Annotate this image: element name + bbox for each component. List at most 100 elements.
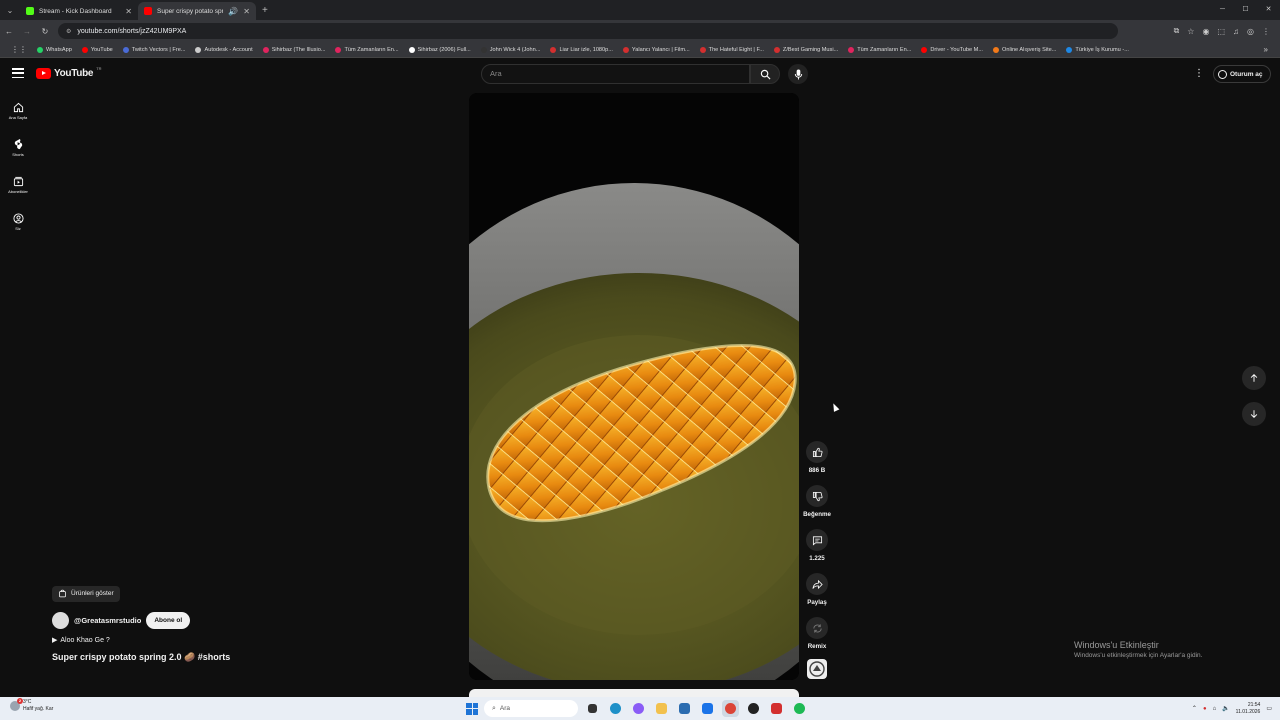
bookmark-item[interactable]: The Hateful Eight | F... xyxy=(695,46,769,53)
bookmark-item[interactable]: Sihirbaz (2006) Full... xyxy=(404,46,476,53)
bookmark-item[interactable]: Z/Best Gaming Musi... xyxy=(769,46,843,53)
site-info-icon[interactable]: ⚙ xyxy=(66,28,71,35)
profile-icon[interactable]: ◎ xyxy=(1247,27,1254,36)
shopping-bag-icon xyxy=(59,589,66,598)
bookmark-label: Online Alışveriş Site... xyxy=(1002,46,1057,53)
short-metadata: Ürünleri göster @Greatasmrstudio Abone o… xyxy=(52,585,352,663)
bookmark-item[interactable]: Türkiye İş Kurumu -... xyxy=(1061,46,1133,53)
apps-grid-icon[interactable]: ⋮⋮ xyxy=(6,45,32,54)
bookmark-item[interactable]: Twitch Vectors | Fre... xyxy=(118,46,191,53)
sidebar-item-shorts[interactable]: Shorts xyxy=(0,129,36,166)
edge-icon[interactable] xyxy=(607,700,624,717)
bookmark-item[interactable]: Liar Liar izle, 1080p... xyxy=(545,46,617,53)
previous-short-button[interactable] xyxy=(1242,366,1266,390)
spotify-icon[interactable] xyxy=(791,700,808,717)
address-bar[interactable]: ⚙ youtube.com/shorts/jzZ42UM9PXA xyxy=(58,23,1118,39)
sidebar-item-home[interactable]: Ana Sayfa xyxy=(0,92,36,129)
channel-name[interactable]: @Greatasmrstudio xyxy=(74,616,141,625)
bookmark-favicon-icon xyxy=(262,46,269,53)
file-explorer-icon[interactable] xyxy=(653,700,670,717)
search-icon: ⌕ xyxy=(492,704,496,712)
tab-close-icon[interactable]: ✕ xyxy=(243,7,250,16)
extensions-puzzle-icon[interactable]: ⬚ xyxy=(1217,27,1225,36)
back-button[interactable]: ← xyxy=(0,27,18,36)
forward-button[interactable]: → xyxy=(18,27,36,36)
notifications-icon[interactable]: ▭ xyxy=(1266,705,1272,712)
browser-tab-youtube[interactable]: Super crispy potato spring 🔊 ✕ xyxy=(138,2,256,20)
settings-kebab-icon[interactable]: ⋮ xyxy=(1194,68,1204,79)
bookmarks-overflow-icon[interactable]: » xyxy=(1264,42,1268,57)
taskview-icon[interactable] xyxy=(584,700,601,717)
acrobat-icon[interactable] xyxy=(768,700,785,717)
remix-button[interactable]: Remix xyxy=(800,617,834,661)
signin-button[interactable]: Oturum aç xyxy=(1213,65,1271,83)
youtube-logo[interactable]: YouTube TR xyxy=(36,66,102,79)
comments-button[interactable]: 1.225 xyxy=(800,529,834,573)
sidebar-item-you[interactable]: Siz xyxy=(0,203,36,240)
browser-tab-kick[interactable]: Stream - Kick Dashboard ✕ xyxy=(20,2,138,20)
minimize-button[interactable]: ─ xyxy=(1211,0,1234,20)
search-input[interactable]: Ara xyxy=(481,64,750,84)
tab-search-icon[interactable]: ⌄ xyxy=(0,0,20,20)
chrome-icon[interactable] xyxy=(722,700,739,717)
browser-menu-icon[interactable]: ⋮ xyxy=(1262,27,1270,36)
shorts-action-bar: 886 B Beğenme 1.225 Paylaş Remix xyxy=(800,441,834,661)
taskbar-search[interactable]: ⌕ Ara xyxy=(484,700,578,717)
bookmark-favicon-icon xyxy=(773,46,780,53)
maximize-button[interactable]: ☐ xyxy=(1234,0,1257,20)
install-app-icon[interactable]: ⧉ xyxy=(1174,26,1180,36)
weather-widget[interactable]: 2 3°C Hafif yağ. Kar xyxy=(10,698,53,713)
speaker-icon[interactable]: 🔊 xyxy=(228,7,238,16)
shorts-video-player[interactable] xyxy=(469,93,799,680)
sidebar-item-label: Ana Sayfa xyxy=(8,114,28,120)
voice-search-button[interactable] xyxy=(788,64,808,84)
bookmark-item[interactable]: Driver - YouTube M... xyxy=(916,46,988,53)
mail-icon[interactable] xyxy=(699,700,716,717)
bookmark-item[interactable]: John Wick 4 (John... xyxy=(476,46,546,53)
menu-hamburger-icon[interactable] xyxy=(12,68,24,78)
store-icon[interactable] xyxy=(676,700,693,717)
bookmark-item[interactable]: Tüm Zamanların En... xyxy=(330,46,403,53)
bookmark-item[interactable]: Tüm Zamanların En... xyxy=(843,46,916,53)
network-icon[interactable]: ⌂ xyxy=(1213,706,1217,712)
tray-app-icon[interactable]: ● xyxy=(1203,706,1207,712)
clock[interactable]: 21:54 11.01.2026 xyxy=(1236,702,1261,716)
sound-source-avatar[interactable] xyxy=(807,659,827,679)
bookmark-item[interactable]: YouTube xyxy=(77,46,118,53)
like-button[interactable]: 886 B xyxy=(800,441,834,485)
show-products-button[interactable]: Ürünleri göster xyxy=(52,585,120,602)
dislike-label: Beğenme xyxy=(803,511,831,518)
bookmark-item[interactable]: WhatsApp xyxy=(32,46,77,53)
subscribe-button[interactable]: Abone ol xyxy=(146,612,191,629)
sidebar-item-subscriptions[interactable]: Abonelikler xyxy=(0,166,36,203)
comment-count: 1.225 xyxy=(809,555,825,562)
channel-avatar[interactable] xyxy=(52,612,69,629)
speaker-icon[interactable]: 🔈 xyxy=(1222,705,1229,712)
search-button[interactable] xyxy=(750,64,780,84)
comment-icon xyxy=(812,535,822,545)
extension-icon[interactable]: ◉ xyxy=(1202,27,1209,36)
start-button-windows-icon[interactable] xyxy=(466,702,478,715)
browser-toolbar: ← → ↻ ⚙ youtube.com/shorts/jzZ42UM9PXA ⧉… xyxy=(0,20,1280,42)
reload-button[interactable]: ↻ xyxy=(36,27,54,36)
music-link[interactable]: ▶ Aloo Khao Ge ? xyxy=(52,636,352,645)
bookmark-favicon-icon xyxy=(699,46,706,53)
sidebar-item-label: Siz xyxy=(15,225,21,231)
tab-close-icon[interactable]: ✕ xyxy=(125,7,132,16)
next-short-preview[interactable] xyxy=(469,689,799,697)
close-window-button[interactable]: ✕ xyxy=(1257,0,1280,20)
next-short-button[interactable] xyxy=(1242,402,1266,426)
bookmark-item[interactable]: Online Alışveriş Site... xyxy=(988,46,1061,53)
bookmark-item[interactable]: Yalancı Yalancı | Film... xyxy=(618,46,695,53)
bookmark-item[interactable]: Autodesk - Account xyxy=(190,46,257,53)
app-icon[interactable] xyxy=(745,700,762,717)
bookmark-item[interactable]: Sihirbaz (The Illusio... xyxy=(258,46,331,53)
new-tab-button[interactable]: + xyxy=(256,5,274,16)
tray-chevron-icon[interactable]: ⌃ xyxy=(1192,705,1197,712)
share-button[interactable]: Paylaş xyxy=(800,573,834,617)
bookmark-star-icon[interactable]: ☆ xyxy=(1187,27,1194,36)
dislike-button[interactable]: Beğenme xyxy=(800,485,834,529)
media-control-icon[interactable]: ♫ xyxy=(1233,27,1239,36)
bookmark-favicon-icon xyxy=(550,46,557,53)
copilot-icon[interactable] xyxy=(630,700,647,717)
